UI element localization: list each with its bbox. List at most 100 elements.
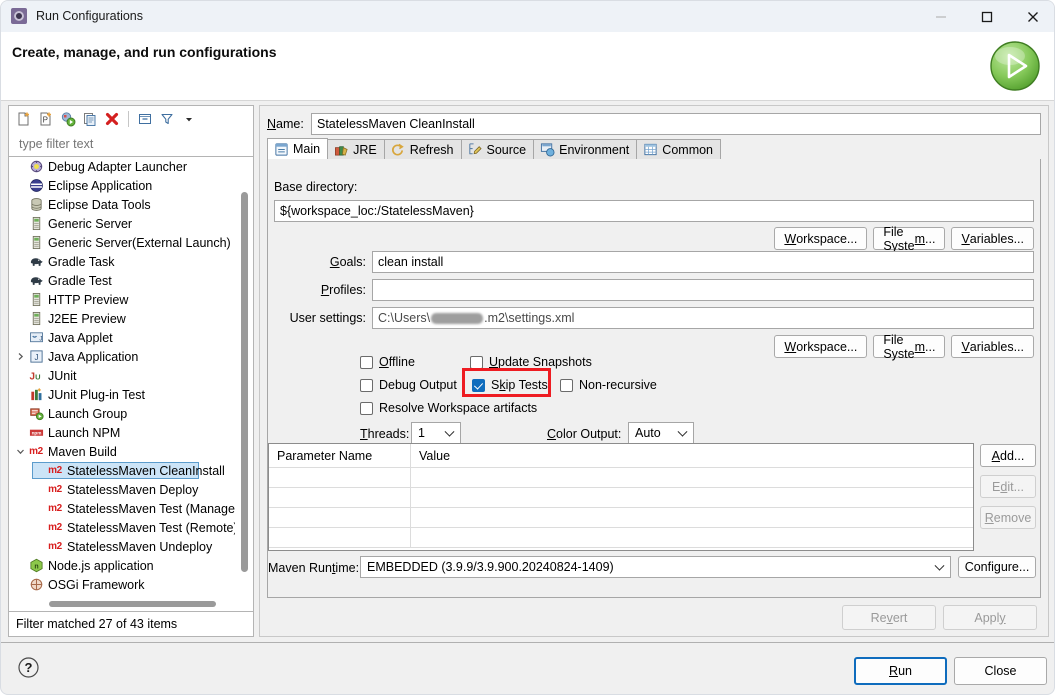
- table-row[interactable]: [269, 468, 973, 488]
- redacted-username: [431, 312, 484, 324]
- offline-checkbox[interactable]: Offline: [360, 355, 415, 369]
- tree-item[interactable]: m2 StatelessMaven Undeploy: [9, 537, 235, 556]
- threads-value: 1: [418, 426, 425, 440]
- goals-label: Goals:: [329, 255, 366, 269]
- debug-output-checkbox[interactable]: Debug Output: [360, 378, 457, 392]
- tree-item[interactable]: HTTP Preview: [9, 290, 235, 309]
- tree-item[interactable]: J Java Application: [9, 347, 235, 366]
- tree-item[interactable]: m2 Maven Build: [9, 442, 235, 461]
- non-recursive-checkbox[interactable]: Non-recursive: [560, 378, 657, 392]
- base-directory-input[interactable]: [274, 200, 1034, 222]
- close-button[interactable]: Close: [954, 657, 1047, 685]
- tree-horizontal-scrollbar[interactable]: [11, 598, 233, 610]
- tab-main[interactable]: Main: [267, 138, 329, 159]
- eclipse-application-icon: [27, 176, 45, 195]
- configure-runtime-button[interactable]: Configure...: [958, 556, 1036, 578]
- minimize-icon[interactable]: [918, 1, 964, 32]
- add-parameter-button[interactable]: Add...: [980, 444, 1036, 467]
- configurations-tree[interactable]: Debug Adapter Launcher Eclipse Applicatio…: [9, 157, 235, 605]
- tree-item[interactable]: npm Launch NPM: [9, 423, 235, 442]
- svg-text:?: ?: [25, 660, 33, 675]
- tree-item-label: Node.js application: [48, 558, 154, 573]
- tree-item[interactable]: m2 StatelessMaven Test (Managed: [9, 499, 235, 518]
- tree-item[interactable]: Gradle Task: [9, 252, 235, 271]
- tree-item[interactable]: J U JUnit: [9, 366, 235, 385]
- threads-select[interactable]: 1: [411, 422, 461, 444]
- collapse-all-icon[interactable]: [134, 108, 155, 129]
- tree-horizontal-scroll-thumb[interactable]: [49, 601, 216, 607]
- tree-item[interactable]: Eclipse Application: [9, 176, 235, 195]
- update-snapshots-checkbox[interactable]: Update Snapshots: [470, 355, 592, 369]
- help-question-icon[interactable]: ?: [17, 656, 40, 679]
- filter-input[interactable]: [17, 135, 242, 152]
- user-settings-input[interactable]: C:\Users\ .m2\settings.xml: [372, 307, 1034, 329]
- base-variables-button[interactable]: Variables...: [951, 227, 1034, 250]
- settings-workspace-button[interactable]: Workspace...: [774, 335, 868, 358]
- tab-jre[interactable]: JRE: [327, 139, 385, 159]
- skip-tests-checkbox[interactable]: Skip Tests: [472, 378, 548, 392]
- close-icon[interactable]: [1010, 1, 1054, 32]
- new-configuration-icon[interactable]: [13, 108, 34, 129]
- filter-text-container: [8, 131, 254, 157]
- editor-tabs: Main JRE Refresh Source Environment Common: [267, 138, 1041, 160]
- delete-configuration-icon[interactable]: [101, 108, 122, 129]
- tree-item[interactable]: Debug Adapter Launcher: [9, 157, 235, 176]
- duplicate-configuration-icon[interactable]: [79, 108, 100, 129]
- profiles-input[interactable]: [372, 279, 1034, 301]
- export-configuration-icon[interactable]: [57, 108, 78, 129]
- color-output-label: Color Output:: [547, 427, 622, 441]
- filter-icon[interactable]: [156, 108, 177, 129]
- tab-common[interactable]: Common: [636, 139, 722, 159]
- parameters-table[interactable]: Parameter Name Value: [268, 443, 974, 551]
- tree-vertical-scroll-thumb[interactable]: [241, 192, 248, 572]
- table-row[interactable]: [269, 508, 973, 528]
- color-output-select[interactable]: Auto: [628, 422, 694, 444]
- tree-item[interactable]: Gradle Test: [9, 271, 235, 290]
- tree-item[interactable]: JUnit Plug-in Test: [9, 385, 235, 404]
- base-workspace-button[interactable]: Workspace...: [774, 227, 868, 250]
- tree-twisty-spacer: [33, 537, 46, 556]
- base-directory-buttons: Workspace... File Syste m... Variables...: [774, 225, 1034, 253]
- goals-input[interactable]: [372, 251, 1034, 273]
- tree-vertical-scrollbar[interactable]: [237, 159, 251, 609]
- tree-item-label: Gradle Task: [48, 254, 115, 269]
- launch-group-icon: [27, 404, 45, 423]
- tree-item-label: Generic Server: [48, 216, 133, 231]
- table-row[interactable]: [269, 488, 973, 508]
- chevron-right-icon[interactable]: [14, 347, 27, 366]
- tree-item[interactable]: J Java Applet: [9, 328, 235, 347]
- configuration-editor-panel: Name: Main JRE Refresh Source Environment Com…: [259, 105, 1049, 637]
- tree-item[interactable]: Generic Server: [9, 214, 235, 233]
- resolve-workspace-label: Resolve Workspace artifacts: [379, 401, 538, 415]
- settings-variables-button[interactable]: Variables...: [951, 335, 1034, 358]
- run-button[interactable]: Run: [854, 657, 947, 685]
- tree-item-selected[interactable]: m2 StatelessMaven CleanInstall: [9, 461, 235, 480]
- tree-item[interactable]: m2 StatelessMaven Test (Remote): [9, 518, 235, 537]
- tree-item[interactable]: Launch Group: [9, 404, 235, 423]
- resolve-workspace-checkbox[interactable]: Resolve Workspace artifacts: [360, 401, 537, 415]
- resolve-workspace-checkbox-box: [360, 401, 373, 415]
- tree-item[interactable]: m2 StatelessMaven Deploy: [9, 480, 235, 499]
- tree-item[interactable]: Generic Server(External Launch): [9, 233, 235, 252]
- tab-environment[interactable]: Environment: [533, 139, 638, 159]
- chevron-down-icon[interactable]: [14, 442, 27, 461]
- page-title: Create, manage, and run configurations: [12, 44, 277, 60]
- tab-refresh[interactable]: Refresh: [383, 139, 462, 159]
- gradle-elephant-icon: [27, 252, 45, 271]
- tree-item[interactable]: J2EE Preview: [9, 309, 235, 328]
- chevron-down-icon[interactable]: [178, 108, 199, 129]
- jre-tab-icon: [333, 142, 349, 158]
- table-row[interactable]: [269, 528, 973, 548]
- svg-text:J: J: [29, 371, 34, 382]
- tab-source[interactable]: Source: [460, 139, 535, 159]
- tree-item[interactable]: n Node.js application: [9, 556, 235, 575]
- settings-filesystem-button[interactable]: File Syste m...: [873, 333, 946, 361]
- maximize-icon[interactable]: [964, 1, 1010, 32]
- tree-item[interactable]: Eclipse Data Tools: [9, 195, 235, 214]
- base-filesystem-button[interactable]: File Syste m...: [873, 225, 946, 253]
- configuration-name-input[interactable]: [311, 113, 1041, 135]
- tree-item[interactable]: OSGi Framework: [9, 575, 235, 594]
- new-prototype-icon[interactable]: P: [35, 108, 56, 129]
- m2-icon: m2: [48, 503, 62, 514]
- maven-runtime-select[interactable]: EMBEDDED (3.9.9/3.9.900.20240824-1409): [360, 556, 951, 578]
